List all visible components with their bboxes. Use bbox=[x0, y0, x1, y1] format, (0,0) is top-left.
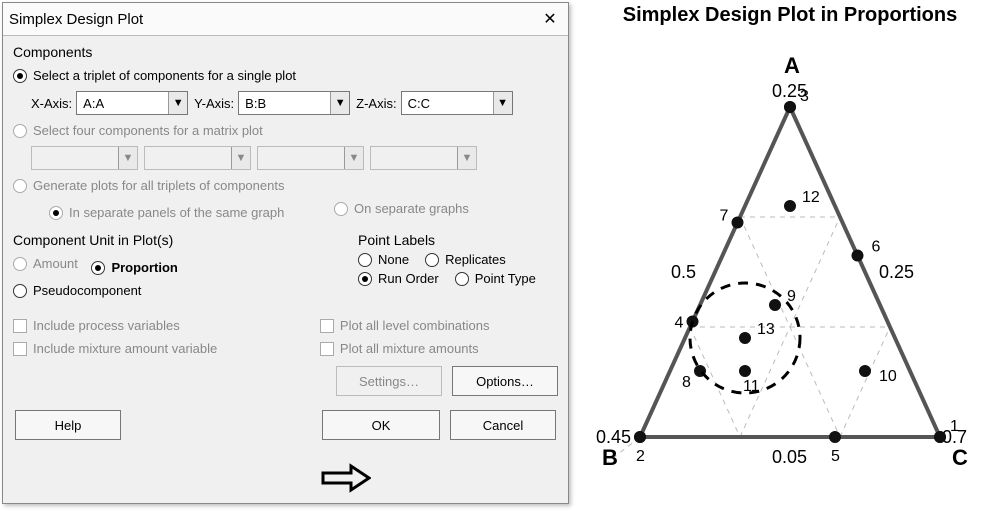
titlebar: Simplex Design Plot ✕ bbox=[3, 3, 568, 36]
radio-all-graphs: On separate graphs bbox=[334, 201, 469, 216]
radio-pl-runorder[interactable]: Run Order bbox=[358, 271, 439, 286]
arrow-callout-icon bbox=[321, 463, 371, 493]
radio-all-panels-label: In separate panels of the same graph bbox=[69, 205, 284, 220]
pl-run-label: Run Order bbox=[378, 271, 439, 286]
check-mix-amount: Include mixture amount variable bbox=[13, 341, 217, 356]
plot-title: Simplex Design Plot in Proportions bbox=[580, 4, 1000, 27]
radio-all[interactable]: Generate plots for all triplets of compo… bbox=[13, 178, 284, 193]
y-axis-label: Y-Axis: bbox=[194, 96, 234, 111]
four-dd-2: ▼ bbox=[144, 146, 251, 170]
radio-pl-pointtype[interactable]: Point Type bbox=[455, 271, 536, 286]
options-button[interactable]: Options… bbox=[452, 366, 558, 396]
z-axis-dropdown[interactable]: C:C ▼ bbox=[401, 91, 513, 115]
svg-text:4: 4 bbox=[675, 315, 684, 332]
chevron-down-icon: ▼ bbox=[168, 92, 187, 114]
radio-four[interactable]: Select four components for a matrix plot bbox=[13, 123, 263, 138]
components-label: Components bbox=[13, 44, 558, 60]
chk-proc-label: Include process variables bbox=[33, 318, 180, 333]
chevron-down-icon: ▼ bbox=[330, 92, 349, 114]
unit-pseudo-label: Pseudocomponent bbox=[33, 283, 141, 298]
z-axis-label: Z-Axis: bbox=[356, 96, 396, 111]
svg-text:A: A bbox=[784, 53, 800, 78]
radio-all-dot bbox=[13, 179, 27, 193]
radio-four-label: Select four components for a matrix plot bbox=[33, 123, 263, 138]
radio-all-graphs-label: On separate graphs bbox=[354, 201, 469, 216]
radio-pl-replicates[interactable]: Replicates bbox=[425, 252, 506, 267]
z-axis-value: C:C bbox=[402, 96, 493, 111]
y-axis-value: B:B bbox=[239, 96, 330, 111]
pl-pt-label: Point Type bbox=[475, 271, 536, 286]
simplex-dialog: Simplex Design Plot ✕ Components Select … bbox=[2, 2, 569, 504]
y-axis-field: Y-Axis: B:B ▼ bbox=[194, 91, 350, 115]
radio-pl-none[interactable]: None bbox=[358, 252, 409, 267]
close-icon[interactable]: ✕ bbox=[538, 7, 562, 31]
svg-text:6: 6 bbox=[872, 239, 881, 256]
unit-title: Component Unit in Plot(s) bbox=[13, 232, 318, 248]
y-axis-dropdown[interactable]: B:B ▼ bbox=[238, 91, 350, 115]
radio-unit-amount[interactable]: Amount bbox=[13, 256, 78, 271]
x-axis-value: A:A bbox=[77, 96, 168, 111]
svg-text:B: B bbox=[602, 445, 618, 470]
pl-rep-label: Replicates bbox=[445, 252, 506, 267]
radio-triplet-label: Select a triplet of components for a sin… bbox=[33, 68, 296, 83]
ternary-svg: A0.25B0.45C0.70.50.250.05123456789101112… bbox=[580, 27, 1000, 507]
chevron-down-icon: ▼ bbox=[118, 147, 137, 169]
radio-all-graphs-dot bbox=[334, 202, 348, 216]
radio-all-panels-dot bbox=[49, 206, 63, 220]
radio-triplet[interactable]: Select a triplet of components for a sin… bbox=[13, 68, 296, 83]
svg-text:2: 2 bbox=[636, 448, 645, 465]
svg-text:0.5: 0.5 bbox=[671, 262, 696, 282]
svg-text:8: 8 bbox=[682, 374, 691, 391]
unit-section: Component Unit in Plot(s) Amount Proport… bbox=[13, 232, 318, 302]
four-dd-4: ▼ bbox=[370, 146, 477, 170]
pl-none-label: None bbox=[378, 252, 409, 267]
svg-text:5: 5 bbox=[831, 448, 840, 465]
svg-text:10: 10 bbox=[879, 368, 897, 385]
svg-text:0.05: 0.05 bbox=[772, 447, 807, 467]
unit-proportion-label: Proportion bbox=[111, 260, 177, 275]
cancel-button[interactable]: Cancel bbox=[450, 410, 556, 440]
radio-triplet-dot bbox=[13, 69, 27, 83]
four-dd-1: ▼ bbox=[31, 146, 138, 170]
check-levels: Plot all level combinations bbox=[320, 318, 490, 333]
svg-text:0.25: 0.25 bbox=[879, 262, 914, 282]
svg-text:0.45: 0.45 bbox=[596, 427, 631, 447]
help-button[interactable]: Help bbox=[15, 410, 121, 440]
check-proc-vars: Include process variables bbox=[13, 318, 180, 333]
chevron-down-icon: ▼ bbox=[493, 92, 512, 114]
svg-text:13: 13 bbox=[757, 321, 775, 338]
check-amounts: Plot all mixture amounts bbox=[320, 341, 479, 356]
radio-all-label: Generate plots for all triplets of compo… bbox=[33, 178, 284, 193]
unit-amount-label: Amount bbox=[33, 256, 78, 271]
point-labels-section: Point Labels None Replicates Run Order P… bbox=[358, 232, 558, 302]
ok-button[interactable]: OK bbox=[322, 410, 440, 440]
x-axis-label: X-Axis: bbox=[31, 96, 72, 111]
dialog-title: Simplex Design Plot bbox=[9, 11, 143, 28]
radio-four-dot bbox=[13, 124, 27, 138]
chk-lvl-label: Plot all level combinations bbox=[340, 318, 490, 333]
z-axis-field: Z-Axis: C:C ▼ bbox=[356, 91, 512, 115]
svg-text:C: C bbox=[952, 445, 968, 470]
svg-text:12: 12 bbox=[802, 189, 820, 206]
chevron-down-icon: ▼ bbox=[457, 147, 476, 169]
chk-mix-label: Include mixture amount variable bbox=[33, 341, 217, 356]
svg-text:1: 1 bbox=[950, 418, 959, 435]
settings-button: Settings… bbox=[336, 366, 442, 396]
components-section: Components Select a triplet of component… bbox=[13, 44, 558, 224]
svg-text:3: 3 bbox=[800, 88, 809, 105]
chevron-down-icon: ▼ bbox=[231, 147, 250, 169]
chevron-down-icon: ▼ bbox=[344, 147, 363, 169]
chk-amt-label: Plot all mixture amounts bbox=[340, 341, 479, 356]
svg-text:7: 7 bbox=[720, 208, 729, 225]
radio-all-panels: In separate panels of the same graph bbox=[49, 205, 284, 220]
simplex-plot: Simplex Design Plot in Proportions A 0.25… bbox=[580, 0, 1000, 514]
radio-unit-pseudo[interactable]: Pseudocomponent bbox=[13, 283, 141, 298]
radio-unit-proportion[interactable]: Proportion bbox=[91, 260, 177, 275]
four-dd-3: ▼ bbox=[257, 146, 364, 170]
x-axis-field: X-Axis: A:A ▼ bbox=[31, 91, 188, 115]
x-axis-dropdown[interactable]: A:A ▼ bbox=[76, 91, 188, 115]
point-labels-title: Point Labels bbox=[358, 232, 558, 248]
